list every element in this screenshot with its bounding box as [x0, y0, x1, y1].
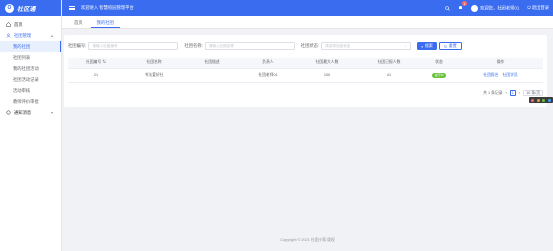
club-name-placeholder: 请输入社团名称 — [208, 43, 234, 48]
sidebar-item-label: 首页 — [14, 21, 23, 27]
table-row: 21 书法爱好社 社团老师01 100 41 进行中 社团报名 社团学员 — [68, 68, 543, 83]
sidebar-item-my-club[interactable]: 我的社团 — [0, 41, 61, 52]
user-name: 欢迎您，社团老师01 — [480, 5, 520, 11]
cell-ops: 社团报名 社团学员 — [458, 68, 543, 83]
col-owner: 负责人 — [240, 58, 296, 69]
search-icon[interactable] — [445, 5, 450, 11]
pagination-total: 共 1 条记录 — [483, 90, 503, 95]
cell-club-id: 21 — [68, 68, 124, 83]
club-status-placeholder: 请选择社团状态 — [325, 43, 351, 48]
club-name-label: 社团名称: — [184, 43, 203, 48]
page-size-label: 10 条/页 — [526, 90, 540, 95]
chevron-down-icon: ⌄ — [404, 44, 408, 48]
reset-button-label: 重置 — [448, 43, 457, 48]
avatar — [471, 4, 479, 12]
col-club-desc: 社团描述 — [184, 58, 240, 69]
status-badge: 进行中 — [431, 72, 446, 78]
topbar-actions: 1 欢迎您，社团老师01 ⏻ 退出登录 — [445, 0, 549, 16]
next-page-icon[interactable]: › — [519, 91, 520, 95]
club-table: 社团编号 ⇅ 社团名称 社团描述 负责人 社团最大人数 社团已报人数 状态 操作… — [68, 58, 543, 83]
logout-label: 退出登录 — [531, 5, 549, 10]
search-icon: ⌕ — [421, 43, 424, 49]
club-id-label: 社团编号: — [68, 43, 87, 48]
app-root: O 社区通 首页 社团管理 ▴ 我的社团 社团列表 我的社团活动 社团活动记录 … — [0, 0, 553, 251]
col-ops: 操作 — [458, 58, 543, 69]
notification-bell[interactable]: 1 — [458, 1, 468, 11]
club-members-link[interactable]: 社团学员 — [503, 73, 518, 77]
page-size-select[interactable]: 10 条/页 — [523, 90, 543, 96]
pagination: 共 1 条记录 ‹ 1 › 10 条/页 — [483, 90, 543, 96]
cell-max: 100 — [296, 68, 358, 83]
cell-enrolled: 41 — [358, 68, 420, 83]
sidebar-item-home[interactable]: 首页 — [0, 19, 61, 30]
search-button-label: 搜索 — [424, 43, 433, 48]
logout-button[interactable]: ⏻ 退出登录 — [527, 5, 549, 11]
toolbar-dot-icon — [536, 98, 540, 102]
sidebar-item-label: 通知消息 — [14, 109, 32, 115]
bell-icon — [459, 6, 463, 9]
logo-text: 社区通 — [17, 6, 36, 13]
welcome-text: 欢迎进入 智慧校园管理平台 — [81, 5, 134, 10]
prev-page-icon[interactable]: ‹ — [506, 91, 507, 95]
club-name-input[interactable]: 请输入社团名称 — [204, 42, 295, 50]
floating-toolbar[interactable] — [529, 97, 553, 103]
club-id-placeholder: 请输入社团编号 — [92, 43, 118, 48]
sidebar-menu: 首页 社团管理 ▴ 我的社团 社团列表 我的社团活动 社团活动记录 活动审核 教… — [0, 16, 61, 118]
sidebar-item-my-club-activities[interactable]: 我的社团活动 — [0, 63, 61, 74]
toolbar-dot-icon — [547, 98, 551, 102]
club-status-select[interactable]: 请选择社团状态 ⌄ — [321, 42, 412, 50]
tab-my-club[interactable]: 我的社团 — [90, 18, 120, 28]
club-id-input[interactable]: 请输入社团编号 — [88, 42, 179, 50]
menu-toggle-icon[interactable] — [69, 5, 75, 11]
search-button[interactable]: ⌕ 搜索 — [417, 42, 437, 50]
cell-owner: 社团老师01 — [240, 68, 296, 83]
sidebar: O 社区通 首页 社团管理 ▴ 我的社团 社团列表 我的社团活动 社团活动记录 … — [0, 0, 62, 251]
users-icon — [6, 33, 11, 38]
bell-outline-icon — [6, 110, 11, 115]
sidebar-item-teacher-evaluation[interactable]: 教师评价审批 — [0, 96, 61, 107]
main-panel: 社团编号: 请输入社团编号 社团名称: 请输入社团名称 社团状态: 请选择社团状… — [64, 35, 547, 107]
cell-club-name: 书法爱好社 — [124, 68, 184, 83]
topbar: 欢迎进入 智慧校园管理平台 1 欢迎您，社团老师01 ⏻ 退出登录 — [62, 0, 553, 16]
notification-badge: 1 — [462, 1, 468, 6]
footer: Copyright © 2021 社团小帮 版权 — [280, 238, 335, 242]
tab-home[interactable]: 首页 — [68, 18, 89, 28]
refresh-icon: ↻ — [443, 43, 448, 49]
toolbar-dot-icon — [542, 98, 546, 102]
sidebar-item-club-list[interactable]: 社团列表 — [0, 52, 61, 63]
chevron-up-icon: ▴ — [50, 33, 53, 38]
user-menu[interactable]: 欢迎您，社团老师01 — [471, 4, 520, 12]
tabs-bar: 首页 我的社团 — [62, 16, 553, 29]
sidebar-item-club-management[interactable]: 社团管理 ▴ — [0, 30, 61, 41]
col-max: 社团最大人数 — [296, 58, 358, 69]
col-club-name: 社团名称 — [124, 58, 184, 69]
search-form: 社团编号: 请输入社团编号 社团名称: 请输入社团名称 社团状态: 请选择社团状… — [68, 41, 543, 51]
reset-button[interactable]: ↻ 重置 — [438, 42, 462, 50]
sidebar-item-activity-records[interactable]: 社团活动记录 — [0, 74, 61, 85]
cell-status: 进行中 — [420, 68, 458, 83]
sidebar-item-label: 社团管理 — [14, 32, 32, 38]
logo-bar: O 社区通 — [0, 0, 61, 16]
col-club-id[interactable]: 社团编号 ⇅ — [68, 58, 124, 69]
sidebar-item-activity-review[interactable]: 活动审核 — [0, 85, 61, 96]
logo-icon: O — [5, 3, 14, 13]
chevron-down-icon: ▾ — [50, 110, 53, 115]
cell-club-desc — [184, 68, 240, 83]
col-enrolled: 社团已报人数 — [358, 58, 420, 69]
club-status-label: 社团状态: — [300, 43, 320, 48]
home-icon — [6, 22, 11, 27]
sidebar-item-notifications[interactable]: 通知消息 ▾ — [0, 107, 61, 118]
sort-icon[interactable]: ⇅ — [102, 60, 106, 64]
club-signup-link[interactable]: 社团报名 — [483, 73, 498, 77]
page-number[interactable]: 1 — [509, 90, 516, 96]
toolbar-dot-icon — [531, 98, 535, 102]
table-header-row: 社团编号 ⇅ 社团名称 社团描述 负责人 社团最大人数 社团已报人数 状态 操作 — [68, 58, 543, 69]
col-status: 状态 — [420, 58, 458, 69]
